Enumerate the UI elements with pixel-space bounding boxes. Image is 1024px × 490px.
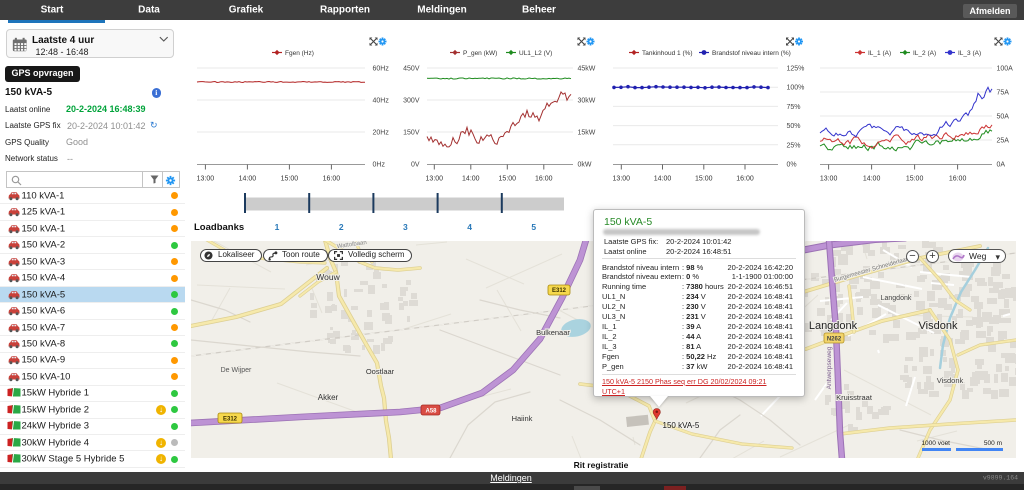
svg-text:Visdonk: Visdonk [919, 320, 958, 332]
svg-text:16:00: 16:00 [535, 176, 553, 183]
svg-text:50A: 50A [997, 114, 1010, 121]
svg-text:3: 3 [403, 222, 408, 232]
svg-text:Visdonk: Visdonk [937, 376, 964, 385]
svg-text:300V: 300V [403, 98, 420, 105]
svg-text:13:00: 13:00 [426, 176, 444, 183]
svg-text:125%: 125% [787, 66, 805, 73]
svg-text:15:00: 15:00 [281, 176, 299, 183]
svg-text:Wouw: Wouw [316, 272, 340, 282]
svg-text:15:00: 15:00 [695, 176, 713, 183]
svg-text:2: 2 [339, 222, 344, 232]
svg-text:Brandstof niveau intern (%): Brandstof niveau intern (%) [712, 50, 791, 57]
svg-text:P_gen (kW): P_gen (kW) [463, 50, 497, 57]
svg-text:0V: 0V [411, 162, 420, 169]
svg-text:13:00: 13:00 [197, 176, 215, 183]
svg-text:16:00: 16:00 [736, 176, 754, 183]
svg-text:14:00: 14:00 [654, 176, 672, 183]
svg-text:Akker: Akker [318, 393, 339, 402]
svg-text:0A: 0A [997, 162, 1006, 169]
svg-text:0%: 0% [787, 162, 797, 169]
svg-text:40Hz: 40Hz [373, 98, 390, 105]
svg-text:Haiink: Haiink [512, 414, 533, 423]
svg-text:60Hz: 60Hz [373, 66, 390, 73]
svg-text:0kW: 0kW [578, 162, 592, 169]
svg-text:E312: E312 [552, 288, 567, 294]
svg-text:IL_2 (A): IL_2 (A) [913, 50, 936, 57]
svg-text:25%: 25% [787, 142, 801, 149]
svg-text:Loadbanks: Loadbanks [194, 222, 244, 233]
svg-text:IL_1 (A): IL_1 (A) [868, 50, 891, 57]
svg-text:N262: N262 [827, 337, 842, 343]
svg-text:20Hz: 20Hz [373, 130, 390, 137]
svg-text:15:00: 15:00 [499, 176, 517, 183]
svg-text:Fgen (Hz): Fgen (Hz) [285, 50, 314, 57]
svg-text:Langdonk: Langdonk [809, 320, 858, 332]
svg-text:13:00: 13:00 [613, 176, 631, 183]
svg-text:45kW: 45kW [578, 66, 596, 73]
svg-text:75A: 75A [997, 90, 1010, 97]
svg-text:Oostlaar: Oostlaar [366, 367, 395, 376]
svg-text:Kruisstraat: Kruisstraat [836, 393, 873, 402]
svg-text:16:00: 16:00 [949, 176, 967, 183]
svg-text:Bulkenaar: Bulkenaar [536, 328, 570, 337]
svg-text:E312: E312 [223, 417, 238, 423]
svg-text:150V: 150V [403, 130, 420, 137]
svg-text:1: 1 [275, 222, 280, 232]
svg-text:13:00: 13:00 [820, 176, 838, 183]
svg-text:30kW: 30kW [578, 98, 596, 105]
svg-text:15:00: 15:00 [906, 176, 924, 183]
svg-text:50%: 50% [787, 123, 801, 130]
svg-text:UL1_L2 (V): UL1_L2 (V) [519, 50, 552, 57]
svg-text:16:00: 16:00 [323, 176, 341, 183]
svg-text:14:00: 14:00 [462, 176, 480, 183]
svg-text:14:00: 14:00 [239, 176, 257, 183]
svg-text:IL_3 (A): IL_3 (A) [958, 50, 981, 57]
svg-text:450V: 450V [403, 66, 420, 73]
svg-text:15kW: 15kW [578, 130, 596, 137]
svg-text:25A: 25A [997, 138, 1010, 145]
svg-text:14:00: 14:00 [863, 176, 881, 183]
svg-text:A58: A58 [425, 409, 437, 415]
svg-text:100%: 100% [787, 85, 805, 92]
svg-text:75%: 75% [787, 104, 801, 111]
svg-text:Antwerpseweg: Antwerpseweg [826, 346, 833, 389]
svg-text:0Hz: 0Hz [373, 162, 386, 169]
svg-text:4: 4 [467, 222, 472, 232]
svg-text:100A: 100A [997, 66, 1014, 73]
svg-text:Tankinhoud 1 (%): Tankinhoud 1 (%) [642, 50, 693, 57]
svg-text:De Wijper: De Wijper [221, 367, 252, 374]
svg-text:Langdonk: Langdonk [881, 295, 912, 302]
svg-text:5: 5 [531, 222, 536, 232]
